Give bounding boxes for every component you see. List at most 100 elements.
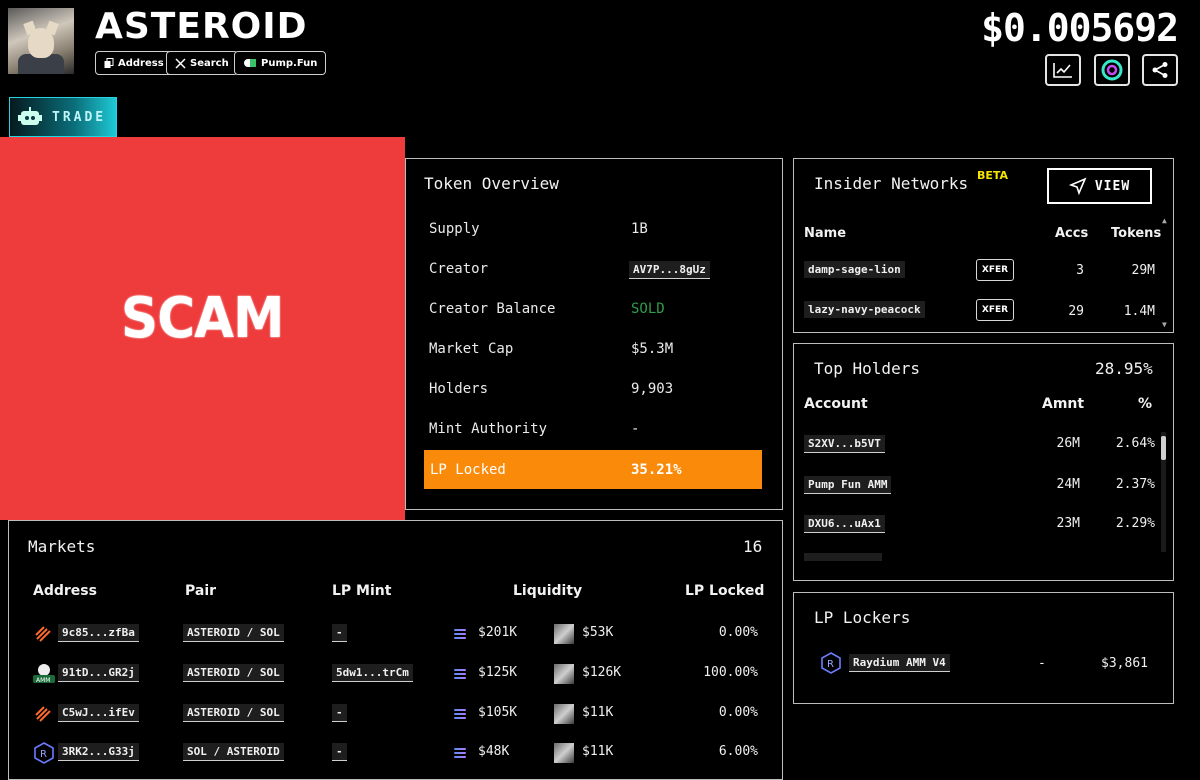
market-pair[interactable]: ASTEROID / SOL [183,704,284,722]
robot-icon [18,107,42,125]
col-lp-mint: LP Mint [332,583,392,599]
market-liq-token: $126K [582,665,622,680]
lp-locked-row: LP Locked 35.21% [424,450,762,489]
scroll-down-icon[interactable]: ▼ [1162,320,1167,329]
market-row[interactable]: AMM 91tD...GR2j ASTEROID / SOL 5dw1...tr… [28,662,768,688]
token-avatar [8,8,74,74]
scroll-up-icon[interactable]: ▲ [1162,216,1167,225]
mint-authority-label: Mint Authority [429,421,548,437]
market-liq-token: $53K [582,625,614,640]
pumpswap-icon [35,626,51,642]
holders-label: Holders [429,381,489,397]
search-button-label: Search [190,57,229,69]
market-lp-locked: 0.00% [718,705,758,720]
raydium-icon: R [821,652,841,674]
market-lp-locked: 100.00% [703,665,758,680]
market-pair[interactable]: SOL / ASTEROID [183,743,284,761]
locker-name-0[interactable]: Raydium AMM V4 [849,654,950,672]
market-lp-mint: - [332,743,347,761]
network-accs-1: 29 [1068,304,1084,319]
solana-icon [454,748,466,758]
holder-amount-1: 24M [1056,477,1080,492]
pumpswap-icon [35,706,51,722]
market-cap-label: Market Cap [429,341,514,357]
market-lp-locked: 0.00% [718,625,758,640]
creator-balance-value: SOLD [631,301,665,317]
market-liq-token: $11K [582,705,614,720]
market-address[interactable]: C5wJ...ifEv [58,704,139,722]
col-name: Name [804,226,847,241]
col-accs: Accs [1055,226,1089,241]
svg-text:R: R [40,749,47,760]
market-address[interactable]: 3RK2...G33j [58,743,139,761]
token-thumb-icon [554,664,574,684]
solana-icon [454,709,466,719]
creator-label: Creator [429,261,489,277]
market-lp-mint: - [332,624,347,642]
network-name-1[interactable]: lazy-navy-peacock [804,301,925,318]
view-button-label: VIEW [1094,178,1131,194]
scam-overlay: SCAM [0,137,405,520]
market-liq-sol: $105K [478,705,518,720]
col-amount: Amnt [1042,396,1085,412]
market-liq-token: $11K [582,744,614,759]
chart-button[interactable] [1045,54,1081,86]
send-icon [1068,177,1087,195]
holder-account-2[interactable]: DXU6...uAx1 [804,515,885,533]
creator-balance-label: Creator Balance [429,301,556,317]
holder-account-1[interactable]: Pump Fun AMM [804,476,892,494]
token-price: $0.005692 [981,6,1179,50]
markets-title: Markets [28,537,96,556]
market-pair[interactable]: ASTEROID / SOL [183,664,284,682]
token-thumb-icon [554,624,574,644]
col-lp-locked: LP Locked [685,583,765,599]
trade-tab[interactable]: TRADE [9,97,117,137]
address-button-label: Address [118,57,164,69]
token-thumb-icon [554,743,574,763]
col-address: Address [33,583,97,599]
lp-locked-value: 35.21% [631,461,682,478]
market-row[interactable]: R 3RK2...G33j SOL / ASTEROID - $48K $11K… [28,741,768,767]
market-lp-mint[interactable]: 5dw1...trCm [332,664,413,682]
market-address[interactable]: 91tD...GR2j [58,664,139,682]
pumpfun-button[interactable]: Pump.Fun [234,51,327,75]
col-tokens: Tokens [1111,226,1162,241]
locker-value-0: $3,861 [1101,656,1148,671]
search-button[interactable]: Search [166,51,238,75]
view-network-button[interactable]: VIEW [1047,168,1152,204]
share-icon [1152,62,1168,78]
share-button[interactable] [1142,54,1178,86]
market-lp-mint: - [332,704,347,722]
market-row[interactable]: 9c85...zfBa ASTEROID / SOL - $201K $53K … [28,622,768,648]
holders-scrollbar[interactable] [1161,432,1166,552]
network-tokens-1: 1.4M [1123,304,1155,319]
creator-address-link[interactable]: AV7P...8gUz [629,261,710,279]
scam-label: SCAM [121,286,284,351]
holder-account-0[interactable]: S2XV...b5VT [804,435,885,453]
xfer-tag-1[interactable]: XFER [976,299,1014,321]
market-liq-sol: $201K [478,625,518,640]
supply-value: 1B [631,221,648,237]
chart-icon [1053,63,1072,78]
top-holders-title: Top Holders [814,359,920,378]
solana-icon [454,629,466,639]
market-liq-sol: $48K [478,744,510,759]
scanner-button[interactable] [1094,54,1130,86]
holders-scroll-thumb[interactable] [1161,436,1166,460]
market-liq-sol: $125K [478,665,518,680]
xfer-tag-0[interactable]: XFER [976,259,1014,281]
market-lp-locked: 6.00% [718,744,758,759]
market-address[interactable]: 9c85...zfBa [58,624,139,642]
holder-percent-1: 2.37% [1115,477,1155,492]
network-tokens-0: 29M [1131,263,1155,278]
network-name-0[interactable]: damp-sage-lion [804,261,905,278]
raydium-icon: R [34,742,54,764]
lp-locked-label: LP Locked [430,461,506,478]
market-pair[interactable]: ASTEROID / SOL [183,624,284,642]
address-button[interactable]: Address [95,51,173,75]
markets-count: 16 [743,537,763,556]
market-row[interactable]: C5wJ...ifEv ASTEROID / SOL - $105K $11K … [28,702,768,728]
insider-networks-title: Insider Networks [814,174,969,193]
market-cap-value: $5.3M [631,341,674,357]
solana-icon [454,669,466,679]
